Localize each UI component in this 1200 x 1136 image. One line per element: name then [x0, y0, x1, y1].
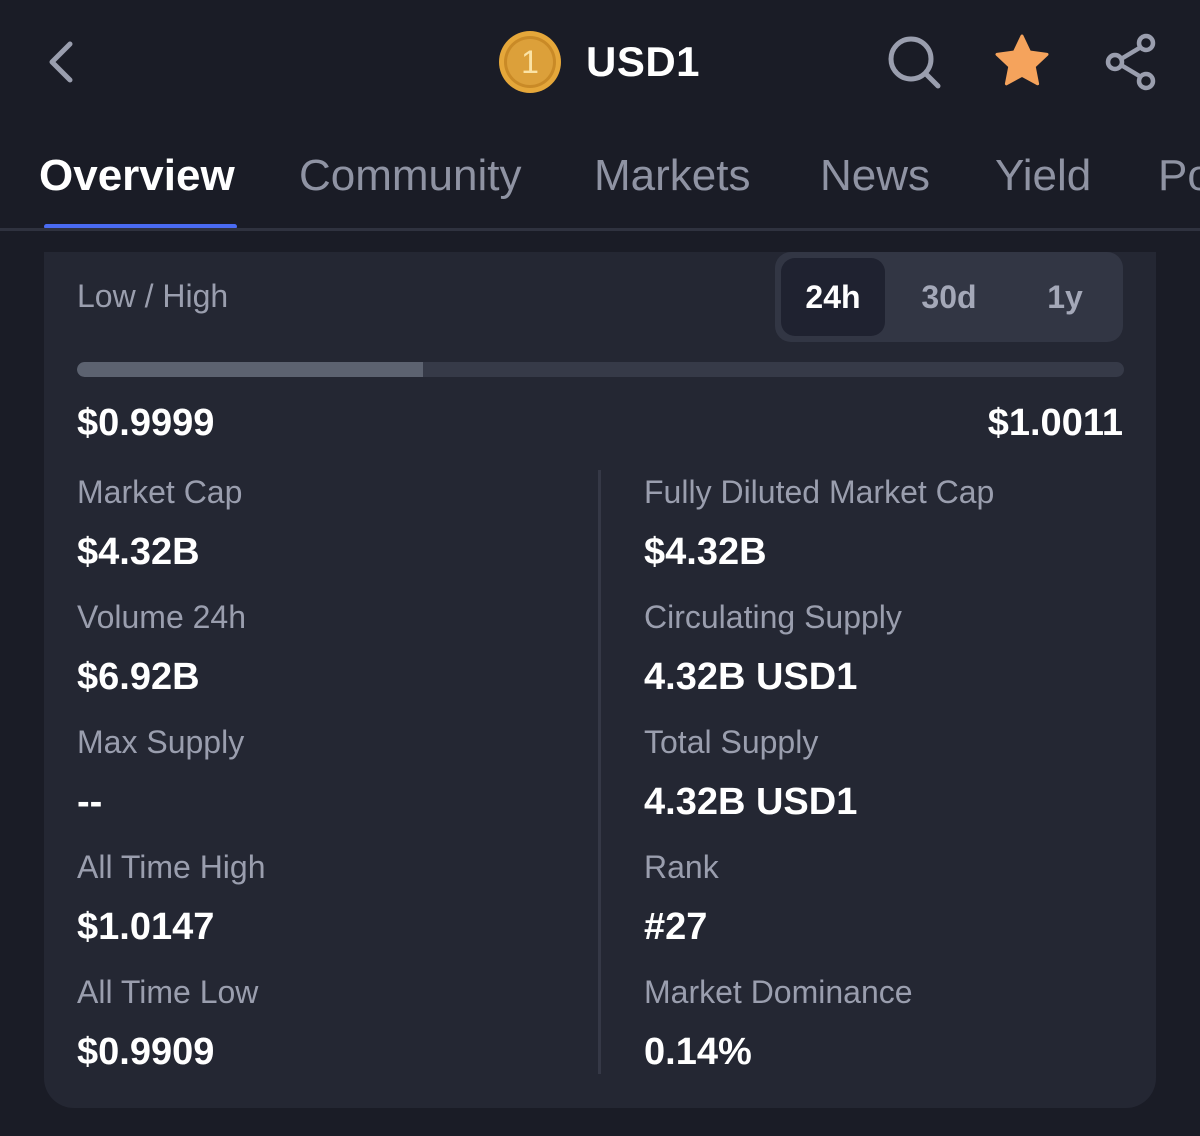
coin-title-group: 1 USD1: [498, 30, 700, 94]
stat-value: 0.14%: [644, 1031, 752, 1073]
tab-overview[interactable]: Overview: [39, 151, 235, 201]
stat-volume-24h: Volume 24h $6.92B: [77, 599, 246, 699]
section-tabs: Overview Community Markets News Yield Po: [0, 125, 1200, 231]
stat-label: All Time High: [77, 849, 266, 885]
stat-value: $4.32B: [77, 531, 200, 573]
stat-value: --: [77, 781, 103, 823]
stat-total-supply: Total Supply 4.32B USD1: [644, 724, 857, 824]
range-1y-button[interactable]: 1y: [1013, 258, 1117, 336]
column-divider: [598, 470, 601, 1074]
share-button[interactable]: [1102, 32, 1162, 92]
low-value: $0.9999: [77, 402, 215, 444]
search-button[interactable]: [884, 32, 944, 92]
header: 1 USD1: [0, 0, 1200, 125]
chevron-left-icon: [49, 41, 73, 83]
low-high-range-bar: [77, 362, 1124, 377]
stat-rank: Rank #27: [644, 849, 719, 949]
high-value: $1.0011: [987, 402, 1123, 444]
tab-community[interactable]: Community: [299, 151, 522, 201]
stat-label: Rank: [644, 849, 719, 885]
coin-logo: 1: [499, 31, 561, 93]
stat-label: Total Supply: [644, 724, 819, 760]
coin-detail-screen: 1 USD1 Overview Community Markets News Y…: [0, 0, 1200, 1136]
stat-value: #27: [644, 906, 708, 948]
range-24h-button[interactable]: 24h: [781, 258, 885, 336]
stat-label: Market Cap: [77, 474, 243, 510]
svg-text:1: 1: [521, 44, 539, 80]
stat-value: 4.32B USD1: [644, 656, 858, 698]
stat-label: Circulating Supply: [644, 599, 902, 635]
stat-label: Volume 24h: [77, 599, 247, 635]
range-selector: 24h 30d 1y: [775, 252, 1123, 342]
active-tab-indicator: [44, 224, 237, 228]
stat-value: $4.32B: [644, 531, 767, 573]
range-30d-button[interactable]: 30d: [897, 258, 1001, 336]
stat-market-cap: Market Cap $4.32B: [77, 474, 242, 574]
stat-circulating-supply: Circulating Supply 4.32B USD1: [644, 599, 902, 699]
low-high-label: Low / High: [77, 278, 229, 314]
stat-value: 4.32B USD1: [644, 781, 858, 823]
tab-news[interactable]: News: [820, 151, 930, 201]
range-bar-fill: [77, 362, 423, 377]
tab-portfolio[interactable]: Po: [1158, 151, 1200, 201]
stat-label: Fully Diluted Market Cap: [644, 474, 995, 510]
search-icon: [888, 36, 941, 89]
stat-market-dominance: Market Dominance 0.14%: [644, 974, 913, 1074]
stat-all-time-low: All Time Low $0.9909: [77, 974, 258, 1074]
star-icon: [995, 34, 1049, 86]
stats-card: Low / High 24h 30d 1y $0.9999 $1.0011 Ma…: [44, 252, 1156, 1108]
coin-symbol: USD1: [586, 38, 701, 85]
share-icon: [1105, 33, 1156, 91]
stat-max-supply: Max Supply --: [77, 724, 244, 824]
back-button[interactable]: [40, 38, 84, 86]
stat-label: Market Dominance: [644, 974, 913, 1010]
stat-all-time-high: All Time High $1.0147: [77, 849, 266, 949]
stat-value: $1.0147: [77, 906, 215, 948]
tab-markets[interactable]: Markets: [594, 151, 750, 201]
stat-value: $0.9909: [77, 1031, 215, 1073]
stat-value: $6.92B: [77, 656, 200, 698]
stat-label: Max Supply: [77, 724, 245, 760]
stat-label: All Time Low: [77, 974, 259, 1010]
favorite-button[interactable]: [992, 32, 1052, 92]
stat-fully-diluted-market-cap: Fully Diluted Market Cap $4.32B: [644, 474, 994, 574]
tab-yield[interactable]: Yield: [995, 151, 1091, 201]
